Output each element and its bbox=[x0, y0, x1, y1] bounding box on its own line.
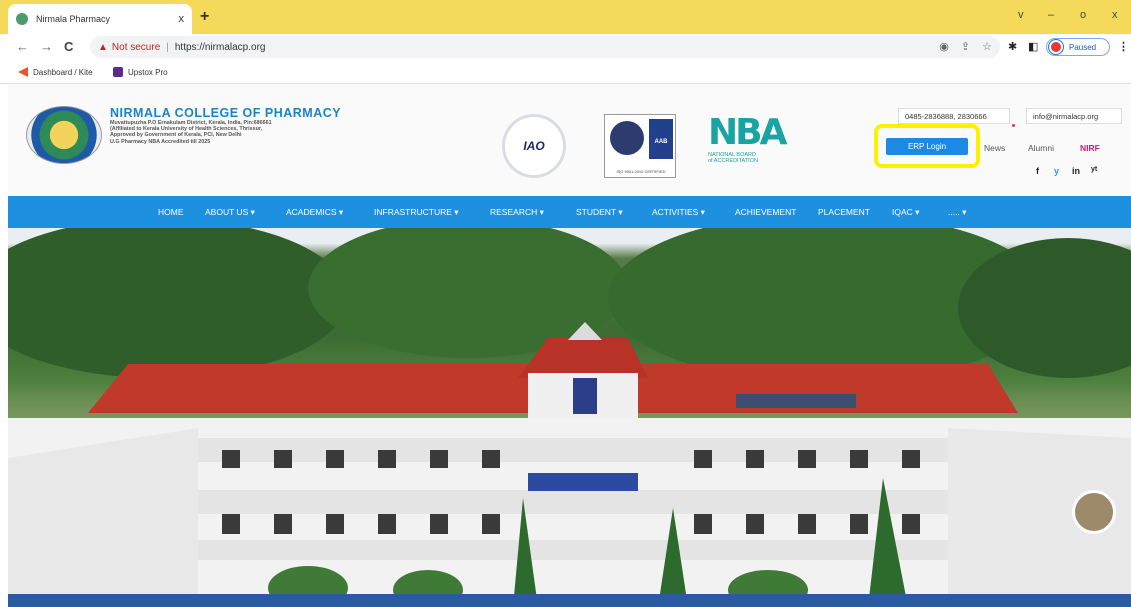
twitter-icon[interactable]: y bbox=[1054, 166, 1059, 176]
nba-mark: NBA bbox=[708, 112, 787, 153]
globe-seal-icon bbox=[610, 121, 644, 155]
back-arrow-icon[interactable]: ← bbox=[16, 39, 29, 54]
iao-accreditation-badge: IAO bbox=[502, 114, 566, 178]
browser-tab-strip: Nirmala Pharmacy x + v – o x bbox=[0, 0, 1131, 34]
security-status[interactable]: Not secure bbox=[112, 42, 160, 53]
iso-caption: ISO 9001:2015 CERTIFIED bbox=[616, 169, 666, 174]
profile-button[interactable]: Paused bbox=[1046, 38, 1110, 56]
address-bar[interactable]: ▲ Not secure | https://nirmalacp.org ◉ ⇪… bbox=[90, 36, 1000, 58]
browser-toolbar: ← → C ▲ Not secure | https://nirmalacp.o… bbox=[0, 34, 1131, 60]
college-name[interactable]: NIRMALA COLLEGE OF PHARMACY bbox=[110, 106, 341, 120]
main-menu: HOME ABOUT US ▾ ACADEMICS ▾ INFRASTRUCTU… bbox=[8, 196, 1131, 228]
menu-home[interactable]: HOME bbox=[158, 207, 184, 217]
minimize-button[interactable]: – bbox=[1048, 9, 1054, 21]
news-link[interactable]: News bbox=[984, 143, 1005, 153]
bookmark-star-icon[interactable]: ☆ bbox=[982, 40, 992, 53]
menu-more[interactable]: ..... ▾ bbox=[948, 207, 966, 218]
address-separator: | bbox=[166, 41, 169, 53]
bookmark-label: Dashboard / Kite bbox=[33, 67, 93, 77]
extensions-puzzle-icon[interactable]: ✱ bbox=[1008, 40, 1017, 53]
college-address: Muvattupuzha P.O Ernakulam District, Ker… bbox=[110, 120, 272, 145]
site-header: NIRMALA COLLEGE OF PHARMACY Muvattupuzha… bbox=[8, 84, 1131, 196]
menu-placement[interactable]: PLACEMENT bbox=[818, 207, 870, 217]
maximize-button[interactable]: o bbox=[1080, 9, 1086, 21]
youtube-icon[interactable]: yt bbox=[1091, 166, 1097, 173]
browser-menu-icon[interactable]: ⋮ bbox=[1118, 40, 1129, 53]
close-window-button[interactable]: x bbox=[1112, 9, 1118, 21]
menu-infrastructure[interactable]: INFRASTRUCTURE ▾ bbox=[374, 207, 459, 218]
site-favicon-icon bbox=[16, 13, 28, 25]
nba-logo: NBA NATIONAL BOARD of ACCREDITATION bbox=[708, 112, 787, 178]
url-text[interactable]: https://nirmalacp.org bbox=[175, 42, 266, 53]
browser-tab[interactable]: Nirmala Pharmacy x bbox=[8, 4, 192, 34]
aab-iso-badge: AAB ISO 9001:2015 CERTIFIED bbox=[604, 114, 676, 178]
menu-achievement[interactable]: ACHIEVEMENT bbox=[735, 207, 796, 217]
reload-icon[interactable]: C bbox=[64, 39, 73, 54]
college-logo[interactable] bbox=[26, 106, 102, 164]
menu-academics[interactable]: ACADEMICS ▾ bbox=[286, 207, 343, 218]
tab-search-icon[interactable]: v bbox=[1018, 9, 1024, 21]
nba-caption: of ACCREDITATION bbox=[708, 158, 758, 164]
email-address[interactable]: info@nirmalacp.org bbox=[1026, 108, 1122, 124]
eye-off-icon[interactable]: ◉ bbox=[939, 40, 949, 53]
notification-dot bbox=[1012, 124, 1015, 127]
hero-banner-image bbox=[8, 228, 1131, 607]
phone-number[interactable]: 0485-2836888, 2830666 bbox=[898, 108, 1010, 124]
tab-close-icon[interactable]: x bbox=[179, 13, 185, 25]
profile-avatar bbox=[1049, 40, 1063, 54]
upstox-icon bbox=[113, 67, 123, 77]
facebook-icon[interactable]: f bbox=[1036, 166, 1039, 176]
bookmarks-bar: Dashboard / Kite Upstox Pro bbox=[0, 60, 1131, 84]
college-building-illustration bbox=[8, 228, 1131, 607]
floating-chat-button[interactable] bbox=[1072, 490, 1116, 534]
erp-login-button[interactable]: ERP Login bbox=[886, 138, 968, 155]
share-icon[interactable]: ⇪ bbox=[961, 40, 970, 53]
alumni-link[interactable]: Alumni bbox=[1028, 143, 1054, 153]
menu-research[interactable]: RESEARCH ▾ bbox=[490, 207, 544, 218]
menu-about-us[interactable]: ABOUT US ▾ bbox=[205, 207, 255, 218]
web-page: NIRMALA COLLEGE OF PHARMACY Muvattupuzha… bbox=[8, 84, 1131, 607]
bookmark-label: Upstox Pro bbox=[128, 67, 168, 77]
aab-mark: AAB bbox=[649, 119, 673, 159]
kite-icon bbox=[18, 67, 28, 77]
menu-student[interactable]: STUDENT ▾ bbox=[576, 207, 623, 218]
forward-arrow-icon[interactable]: → bbox=[40, 39, 53, 54]
linkedin-icon[interactable]: in bbox=[1072, 166, 1080, 176]
bookmark-kite[interactable]: Dashboard / Kite bbox=[18, 67, 93, 77]
menu-iqac[interactable]: IQAC ▾ bbox=[892, 207, 919, 218]
warning-triangle-icon[interactable]: ▲ bbox=[98, 42, 108, 53]
address-line: U.G Pharmacy NBA Accredited till 2025 bbox=[110, 138, 211, 145]
iao-label: IAO bbox=[523, 139, 545, 153]
tab-title: Nirmala Pharmacy bbox=[36, 14, 111, 24]
menu-activities[interactable]: ACTIVITIES ▾ bbox=[652, 207, 705, 218]
bookmark-upstox[interactable]: Upstox Pro bbox=[113, 67, 168, 77]
side-panel-icon[interactable]: ◧ bbox=[1028, 40, 1038, 53]
profile-status: Paused bbox=[1069, 42, 1097, 52]
nirf-link[interactable]: NIRF bbox=[1080, 143, 1100, 153]
new-tab-button[interactable]: + bbox=[200, 8, 209, 26]
